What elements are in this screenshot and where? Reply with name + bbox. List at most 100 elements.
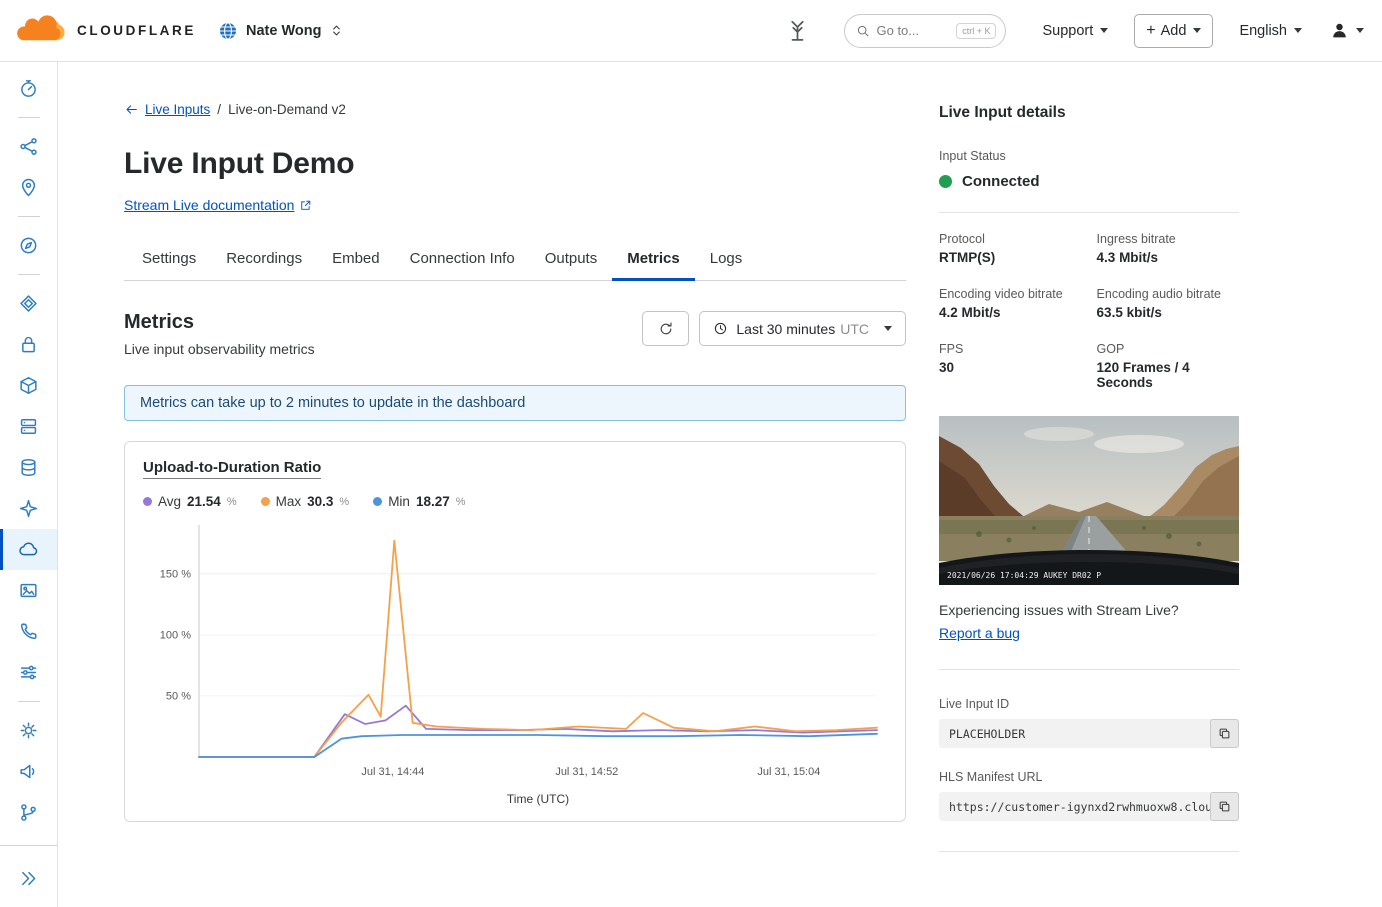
divider [939, 212, 1239, 213]
legend-dot-icon [143, 497, 152, 506]
refresh-button[interactable] [642, 311, 689, 346]
detail-field-protocol: ProtocolRTMP(S) [939, 232, 1089, 265]
user-menu[interactable] [1330, 21, 1364, 40]
sidebar-item-lock[interactable] [0, 324, 57, 365]
sidebar-item-location[interactable] [0, 167, 57, 208]
svg-text:150 %: 150 % [160, 568, 191, 580]
tab-outputs[interactable]: Outputs [530, 243, 613, 281]
tab-bar: SettingsRecordingsEmbedConnection InfoOu… [124, 243, 906, 281]
status-row: Connected [939, 173, 1239, 190]
calls-icon [18, 621, 39, 642]
sidebar-item-database[interactable] [0, 447, 57, 488]
svg-text:Jul 31, 14:44: Jul 31, 14:44 [361, 766, 424, 778]
sidebar-item-images[interactable] [0, 570, 57, 611]
copy-live-input-id-button[interactable] [1210, 719, 1239, 748]
account-switcher[interactable]: Nate Wong [218, 21, 344, 41]
sidebar-collapse-button[interactable] [0, 858, 57, 899]
svg-text:Time (UTC): Time (UTC) [507, 792, 569, 806]
legend-dot-icon [373, 497, 382, 506]
copy-icon [1217, 726, 1232, 741]
search-icon [856, 24, 870, 38]
sidebar-item-git-branch[interactable] [0, 792, 57, 833]
tab-metrics[interactable]: Metrics [612, 243, 695, 281]
chevrons-right-icon [18, 868, 39, 889]
sidebar-item-box[interactable] [0, 365, 57, 406]
plus-icon: + [1146, 22, 1155, 40]
sidebar-divider [18, 274, 40, 275]
divider [939, 851, 1239, 852]
location-icon [18, 177, 39, 198]
live-input-id-field: PLACEHOLDER [939, 719, 1239, 748]
chevron-down-icon [1100, 28, 1108, 33]
levels-icon [18, 662, 39, 683]
tab-logs[interactable]: Logs [695, 243, 758, 281]
time-range-value: Last 30 minutes [736, 321, 835, 337]
support-menu[interactable]: Support [1042, 23, 1108, 39]
tab-embed[interactable]: Embed [317, 243, 395, 281]
issues-text: Experiencing issues with Stream Live? [939, 602, 1239, 618]
time-range-dropdown[interactable]: Last 30 minutes UTC [699, 311, 906, 346]
sidebar-divider [18, 117, 40, 118]
svg-text:100 %: 100 % [160, 629, 191, 641]
tab-recordings[interactable]: Recordings [211, 243, 317, 281]
info-banner-text: Metrics can take up to 2 minutes to upda… [140, 395, 525, 411]
global-search[interactable]: Go to... ctrl + K [844, 14, 1006, 48]
sidebar-item-network[interactable] [0, 126, 57, 167]
live-input-id-value: PLACEHOLDER [939, 727, 1210, 741]
lock-icon [18, 334, 39, 355]
language-menu[interactable]: English [1239, 23, 1302, 39]
sidebar-item-compass[interactable] [0, 225, 57, 266]
support-label: Support [1042, 23, 1093, 39]
server-icon [18, 416, 39, 437]
sidebar-item-megaphone[interactable] [0, 751, 57, 792]
detail-field-encoding-audio-bitrate: Encoding audio bitrate63.5 kbit/s [1097, 287, 1239, 320]
divider [939, 669, 1239, 670]
sidebar-divider [18, 216, 40, 217]
tab-connection-info[interactable]: Connection Info [395, 243, 530, 281]
video-timestamp-overlay: 2021/06/26 17:04:29 AUKEY DR02 P [947, 571, 1101, 580]
tree-icon[interactable] [785, 18, 810, 43]
sidebar-item-levels[interactable] [0, 652, 57, 693]
chevron-updown-icon [329, 23, 344, 38]
sidebar-item-diamond[interactable] [0, 283, 57, 324]
legend-avg[interactable]: Avg21.54% [143, 494, 237, 509]
sidebar-item-gear[interactable] [0, 710, 57, 751]
copy-hls-url-button[interactable] [1210, 792, 1239, 821]
breadcrumb-back-link[interactable]: Live Inputs [124, 102, 210, 117]
sidebar-item-stream-cloud[interactable] [0, 529, 57, 570]
megaphone-icon [18, 761, 39, 782]
top-header: CLOUDFLARE Nate Wong Go to... ctrl + K S… [0, 0, 1382, 62]
cloudflare-cloud-icon [16, 15, 70, 47]
globe-icon [218, 21, 238, 41]
metrics-heading: Metrics [124, 311, 315, 334]
hls-url-label: HLS Manifest URL [939, 770, 1239, 784]
tab-settings[interactable]: Settings [127, 243, 211, 281]
add-button[interactable]: + Add [1134, 14, 1213, 48]
detail-field-ingress-bitrate: Ingress bitrate4.3 Mbit/s [1097, 232, 1239, 265]
sidebar-item-calls[interactable] [0, 611, 57, 652]
details-heading: Live Input details [939, 104, 1239, 122]
chart-card: Upload-to-Duration Ratio Avg21.54%Max30.… [124, 441, 906, 822]
chevron-down-icon [1193, 28, 1201, 33]
status-label: Input Status [939, 149, 1239, 163]
cloudflare-logo[interactable]: CLOUDFLARE [16, 15, 196, 47]
main-content: Live Inputs / Live-on-Demand v2 Live Inp… [124, 62, 906, 907]
detail-field-fps: FPS30 [939, 342, 1089, 390]
legend-max[interactable]: Max30.3% [261, 494, 350, 509]
sidebar-divider [18, 701, 40, 702]
copy-icon [1217, 799, 1232, 814]
video-preview: 2021/06/26 17:04:29 AUKEY DR02 P [939, 416, 1239, 585]
git-branch-icon [18, 802, 39, 823]
sparkle-icon [18, 498, 39, 519]
report-bug-link[interactable]: Report a bug [939, 625, 1020, 641]
svg-text:Jul 31, 15:04: Jul 31, 15:04 [757, 766, 820, 778]
box-icon [18, 375, 39, 396]
sidebar-item-server[interactable] [0, 406, 57, 447]
metrics-header: Metrics Live input observability metrics… [124, 311, 906, 357]
legend-min[interactable]: Min18.27% [373, 494, 465, 509]
sidebar-item-sparkle[interactable] [0, 488, 57, 529]
sidebar-item-timer[interactable] [0, 68, 57, 109]
timer-icon [18, 78, 39, 99]
stream-docs-link[interactable]: Stream Live documentation [124, 197, 312, 213]
page-body: Live Inputs / Live-on-Demand v2 Live Inp… [0, 62, 1382, 907]
